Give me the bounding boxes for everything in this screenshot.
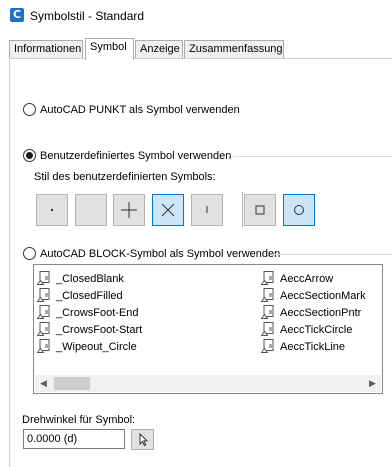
window-title: Symbolstil - Standard	[30, 9, 145, 23]
symbol-blank-button[interactable]	[75, 194, 107, 226]
block-icon	[261, 305, 274, 319]
plus-icon	[121, 202, 137, 218]
list-item[interactable]: AeccArrow	[261, 270, 333, 287]
list-item[interactable]: AeccSectionMark	[261, 287, 366, 304]
point-radio-label: AutoCAD PUNKT als Symbol verwenden	[40, 103, 240, 116]
tab-panel-symbol	[9, 58, 392, 467]
autocad-c-icon: C	[10, 8, 24, 22]
list-item[interactable]: AeccSectionPntr	[261, 304, 361, 321]
blank-icon	[76, 195, 106, 225]
list-item[interactable]: _Wipeout_Circle	[37, 338, 137, 355]
point-radio[interactable]	[23, 103, 36, 116]
tab-strip: Informationen Symbol Anzeige Zusammenfas…	[0, 38, 392, 60]
block-name: _Wipeout_Circle	[56, 340, 137, 353]
custom-radio-label: Benutzerdefiniertes Symbol verwenden	[40, 149, 232, 162]
symbol-dot-button[interactable]	[36, 194, 68, 226]
block-group-divider	[272, 254, 392, 255]
symbol-square-button[interactable]	[244, 194, 276, 226]
cursor-arrow-icon	[139, 432, 149, 447]
scroll-thumb[interactable]	[54, 377, 90, 390]
list-item[interactable]: AeccTickCircle	[261, 321, 352, 338]
block-name: _CrowsFoot-Start	[56, 323, 143, 336]
rotation-label: Drehwinkel für Symbol:	[22, 414, 136, 426]
tab-anzeige[interactable]: Anzeige	[135, 40, 183, 59]
symbol-tick-button[interactable]	[191, 194, 223, 226]
list-item[interactable]: AeccTickLine	[261, 338, 345, 355]
list-item[interactable]: _ClosedFilled	[37, 287, 123, 304]
x-cross-icon	[161, 203, 175, 217]
symbol-circle-button[interactable]	[283, 194, 315, 226]
block-name: AeccTickLine	[280, 340, 346, 353]
tick-icon	[206, 206, 208, 213]
symbol-plus-button[interactable]	[113, 194, 145, 226]
block-name: AeccSectionPntr	[280, 306, 362, 319]
block-icon	[37, 339, 50, 353]
list-item[interactable]: _CrowsFoot-Start	[37, 321, 142, 338]
block-icon	[37, 322, 50, 336]
square-icon	[255, 205, 265, 215]
circle-icon	[294, 205, 304, 215]
horizontal-scrollbar[interactable]: ◀ ▶	[35, 375, 381, 392]
dot-icon	[50, 208, 54, 212]
option-point-row[interactable]: AutoCAD PUNKT als Symbol verwenden	[23, 103, 240, 116]
block-name: AeccTickCircle	[280, 323, 353, 336]
rotation-input[interactable]	[23, 429, 125, 449]
scroll-right-icon[interactable]: ▶	[364, 375, 381, 392]
block-icon	[261, 271, 274, 285]
block-list[interactable]: _ClosedBlank _ClosedFilled _CrowsFoot-En…	[33, 264, 383, 394]
block-icon	[37, 288, 50, 302]
block-icon	[37, 305, 50, 319]
list-item[interactable]: _CrowsFoot-End	[37, 304, 139, 321]
custom-group-divider	[233, 156, 392, 157]
block-radio-label: AutoCAD BLOCK-Symbol als Symbol verwende…	[40, 247, 281, 260]
symbol-separator	[242, 192, 243, 227]
block-name: _CrowsFoot-End	[56, 306, 139, 319]
block-radio[interactable]	[23, 247, 36, 260]
tab-symbol[interactable]: Symbol	[85, 38, 134, 60]
block-name: AeccArrow	[280, 272, 334, 285]
block-icon	[37, 271, 50, 285]
option-custom-row[interactable]: Benutzerdefiniertes Symbol verwenden	[23, 149, 231, 162]
block-icon	[261, 288, 274, 302]
list-item[interactable]: _ClosedBlank	[37, 270, 124, 287]
block-icon	[261, 322, 274, 336]
option-block-row[interactable]: AutoCAD BLOCK-Symbol als Symbol verwende…	[23, 247, 280, 260]
block-name: AeccSectionMark	[280, 289, 366, 302]
tab-informationen[interactable]: Informationen	[9, 40, 83, 59]
symbol-x-button[interactable]	[152, 194, 184, 226]
pick-rotation-button[interactable]	[131, 429, 154, 450]
title-bar: C Symbolstil - Standard	[0, 0, 392, 32]
block-name: _ClosedFilled	[56, 289, 123, 302]
block-icon	[261, 339, 274, 353]
tab-zusammenfassung[interactable]: Zusammenfassung	[184, 40, 284, 59]
block-name: _ClosedBlank	[56, 272, 124, 285]
custom-radio[interactable]	[23, 149, 36, 162]
custom-style-label: Stil des benutzerdefinierten Symbols:	[34, 171, 216, 183]
scroll-left-icon[interactable]: ◀	[35, 375, 52, 392]
